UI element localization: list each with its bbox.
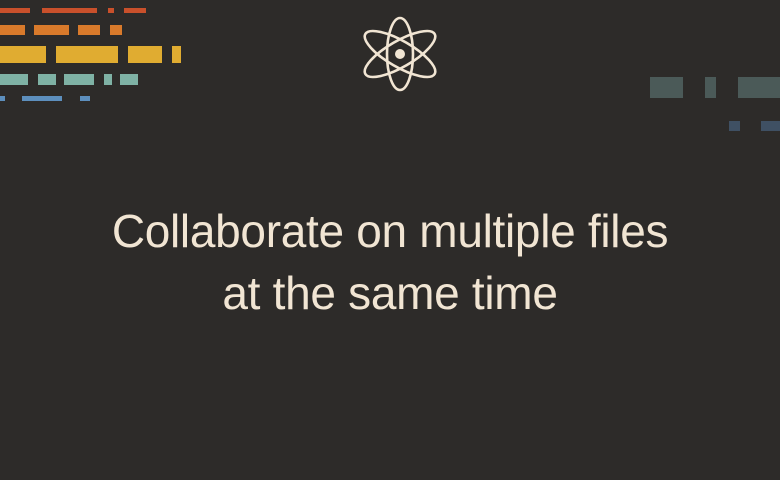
code-dash bbox=[761, 121, 780, 131]
code-dash bbox=[124, 8, 146, 13]
headline-line-1: Collaborate on multiple files bbox=[111, 205, 669, 257]
code-dash bbox=[0, 25, 25, 35]
code-dash bbox=[120, 74, 138, 85]
code-dash bbox=[42, 8, 97, 13]
onboarding-slide: Collaborate on multiple files at the sam… bbox=[0, 0, 780, 480]
code-dash bbox=[0, 96, 5, 101]
code-dash bbox=[172, 46, 181, 63]
right-code-lines bbox=[650, 77, 780, 131]
code-dash bbox=[34, 25, 69, 35]
code-dash bbox=[128, 46, 162, 63]
code-dash bbox=[108, 8, 114, 13]
code-dash bbox=[22, 96, 62, 101]
code-dash bbox=[705, 77, 716, 98]
atom-icon bbox=[363, 16, 437, 92]
code-dash bbox=[110, 25, 122, 35]
code-dash bbox=[104, 74, 112, 85]
code-dash bbox=[64, 74, 94, 85]
code-dash bbox=[0, 8, 30, 13]
code-dash bbox=[80, 96, 90, 101]
headline-line-2: at the same time bbox=[222, 267, 558, 319]
code-dash bbox=[650, 77, 683, 98]
code-dash bbox=[0, 74, 28, 85]
code-dash bbox=[738, 77, 780, 98]
code-dash bbox=[729, 121, 740, 131]
code-dash bbox=[0, 46, 46, 63]
code-dash bbox=[78, 25, 100, 35]
code-dash bbox=[38, 74, 56, 85]
slide-headline: Collaborate on multiple files at the sam… bbox=[0, 200, 780, 324]
code-dash bbox=[56, 46, 118, 63]
left-code-lines bbox=[0, 8, 181, 101]
